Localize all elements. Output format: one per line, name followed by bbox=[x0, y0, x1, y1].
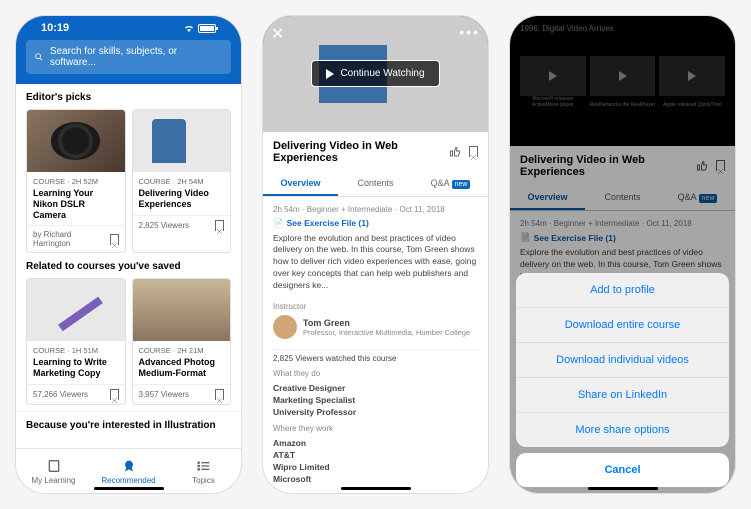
action-sheet: Add to profile Download entire course Do… bbox=[510, 267, 735, 493]
roles-list: Creative Designer Marketing Specialist U… bbox=[273, 382, 478, 418]
home-indicator[interactable] bbox=[94, 487, 164, 490]
tab-overview[interactable]: Overview bbox=[263, 172, 338, 196]
instructor-label: Instructor bbox=[273, 302, 478, 311]
course-card[interactable]: COURSE · 2h 52m Learning Your Nikon DSLR… bbox=[26, 109, 126, 253]
card-image bbox=[27, 279, 125, 341]
what-label: What they do bbox=[273, 369, 478, 378]
viewers-count: 2,825 Viewers watched this course bbox=[273, 354, 478, 363]
battery-icon bbox=[198, 24, 216, 33]
home-content: Editor's picks COURSE · 2h 52m Learning … bbox=[16, 84, 241, 448]
bookmark-icon[interactable] bbox=[215, 220, 224, 231]
card-author: by Richard Harrington bbox=[33, 230, 110, 248]
course-description: Explore the evolution and best practices… bbox=[273, 233, 478, 292]
sheet-share-linkedin[interactable]: Share on LinkedIn bbox=[516, 378, 729, 413]
sheet-cancel[interactable]: Cancel bbox=[516, 453, 729, 487]
course-card[interactable]: COURSE · 2h 54m Delivering Video Experie… bbox=[132, 109, 232, 253]
detail-body: 2h 54m · Beginner + Intermediate · Oct 1… bbox=[263, 197, 488, 493]
header: 10:19 Search for skills, subjects, or so… bbox=[16, 16, 241, 84]
instructor-row[interactable]: Tom Green Professor, Interactive Multime… bbox=[273, 315, 478, 339]
status-bar: 10:19 bbox=[26, 16, 231, 40]
phone-screen-detail: ✕ ••• Continue Watching Delivering Video… bbox=[262, 15, 489, 494]
home-indicator[interactable] bbox=[341, 487, 411, 490]
tab-qa[interactable]: Q&Anew bbox=[413, 172, 488, 196]
course-card[interactable]: COURSE · 2h 21m Advanced Photog Medium-F… bbox=[132, 278, 232, 405]
card-meta: COURSE · 1h 51m bbox=[33, 346, 119, 355]
section-editor-picks: Editor's picks bbox=[16, 84, 241, 109]
card-image bbox=[133, 110, 231, 172]
sheet-add-profile[interactable]: Add to profile bbox=[516, 273, 729, 308]
wifi-icon bbox=[183, 22, 195, 34]
more-icon[interactable]: ••• bbox=[459, 24, 480, 44]
card-meta: COURSE · 2h 54m bbox=[139, 177, 225, 186]
badge-icon bbox=[121, 458, 137, 474]
close-icon[interactable]: ✕ bbox=[271, 24, 284, 44]
sheet-download-course[interactable]: Download entire course bbox=[516, 308, 729, 343]
search-icon bbox=[34, 52, 44, 62]
sheet-options: Add to profile Download entire course Do… bbox=[516, 273, 729, 447]
book-icon bbox=[46, 458, 62, 474]
card-title: Learning to Write Marketing Copy bbox=[33, 357, 119, 379]
section-related: Related to courses you've saved bbox=[16, 253, 241, 278]
tab-my-learning[interactable]: My Learning bbox=[16, 449, 91, 493]
card-image bbox=[27, 110, 125, 172]
bookmark-icon[interactable] bbox=[469, 146, 478, 157]
detail-tabs: Overview Contents Q&Anew bbox=[263, 172, 488, 197]
card-viewers: 3,957 Viewers bbox=[139, 390, 190, 399]
bookmark-icon[interactable] bbox=[110, 389, 119, 400]
card-image bbox=[133, 279, 231, 341]
cards-row-1: COURSE · 2h 52m Learning Your Nikon DSLR… bbox=[16, 109, 241, 253]
instructor-role: Professor, Interactive Multimedia, Humbe… bbox=[303, 328, 470, 337]
new-badge: new bbox=[452, 180, 471, 189]
card-meta: COURSE · 2h 52m bbox=[33, 177, 119, 186]
course-meta: 2h 54m · Beginner + Intermediate · Oct 1… bbox=[273, 205, 478, 214]
status-icons bbox=[183, 22, 216, 34]
search-placeholder: Search for skills, subjects, or software… bbox=[50, 46, 223, 68]
card-title: Learning Your Nikon DSLR Camera bbox=[33, 188, 119, 220]
like-icon[interactable] bbox=[449, 146, 461, 158]
play-icon bbox=[326, 69, 334, 79]
card-viewers: 2,825 Viewers bbox=[139, 221, 190, 230]
companies-list: Amazon AT&T Wipro Limited Microsoft bbox=[273, 437, 478, 485]
sheet-download-videos[interactable]: Download individual videos bbox=[516, 343, 729, 378]
course-title: Delivering Video in Web Experiences bbox=[273, 140, 449, 164]
search-input[interactable]: Search for skills, subjects, or software… bbox=[26, 40, 231, 74]
card-title: Delivering Video Experiences bbox=[139, 188, 225, 210]
tab-contents[interactable]: Contents bbox=[338, 172, 413, 196]
phone-screen-sheet: 1996: Digital Video Arrives Microsoft re… bbox=[509, 15, 736, 494]
list-icon bbox=[196, 458, 212, 474]
avatar bbox=[273, 315, 297, 339]
card-viewers: 57,266 Viewers bbox=[33, 390, 88, 399]
card-title: Advanced Photog Medium-Format bbox=[139, 357, 225, 379]
section-because: Because you're interested in Illustratio… bbox=[16, 411, 241, 437]
phone-screen-home: 10:19 Search for skills, subjects, or so… bbox=[15, 15, 242, 494]
where-label: Where they work bbox=[273, 424, 478, 433]
exercise-file-link[interactable]: 📄 See Exercise File (1) bbox=[273, 218, 478, 229]
bookmark-icon[interactable] bbox=[110, 234, 119, 245]
video-player[interactable]: ✕ ••• Continue Watching bbox=[263, 16, 488, 132]
continue-watching-button[interactable]: Continue Watching bbox=[311, 60, 439, 87]
status-time: 10:19 bbox=[41, 22, 69, 34]
card-meta: COURSE · 2h 21m bbox=[139, 346, 225, 355]
bookmark-icon[interactable] bbox=[215, 389, 224, 400]
sheet-more-share[interactable]: More share options bbox=[516, 413, 729, 447]
course-card[interactable]: COURSE · 1h 51m Learning to Write Market… bbox=[26, 278, 126, 405]
instructor-name: Tom Green bbox=[303, 318, 470, 328]
detail-header: Delivering Video in Web Experiences bbox=[263, 132, 488, 172]
tab-topics[interactable]: Topics bbox=[166, 449, 241, 493]
cards-row-2: COURSE · 1h 51m Learning to Write Market… bbox=[16, 278, 241, 405]
